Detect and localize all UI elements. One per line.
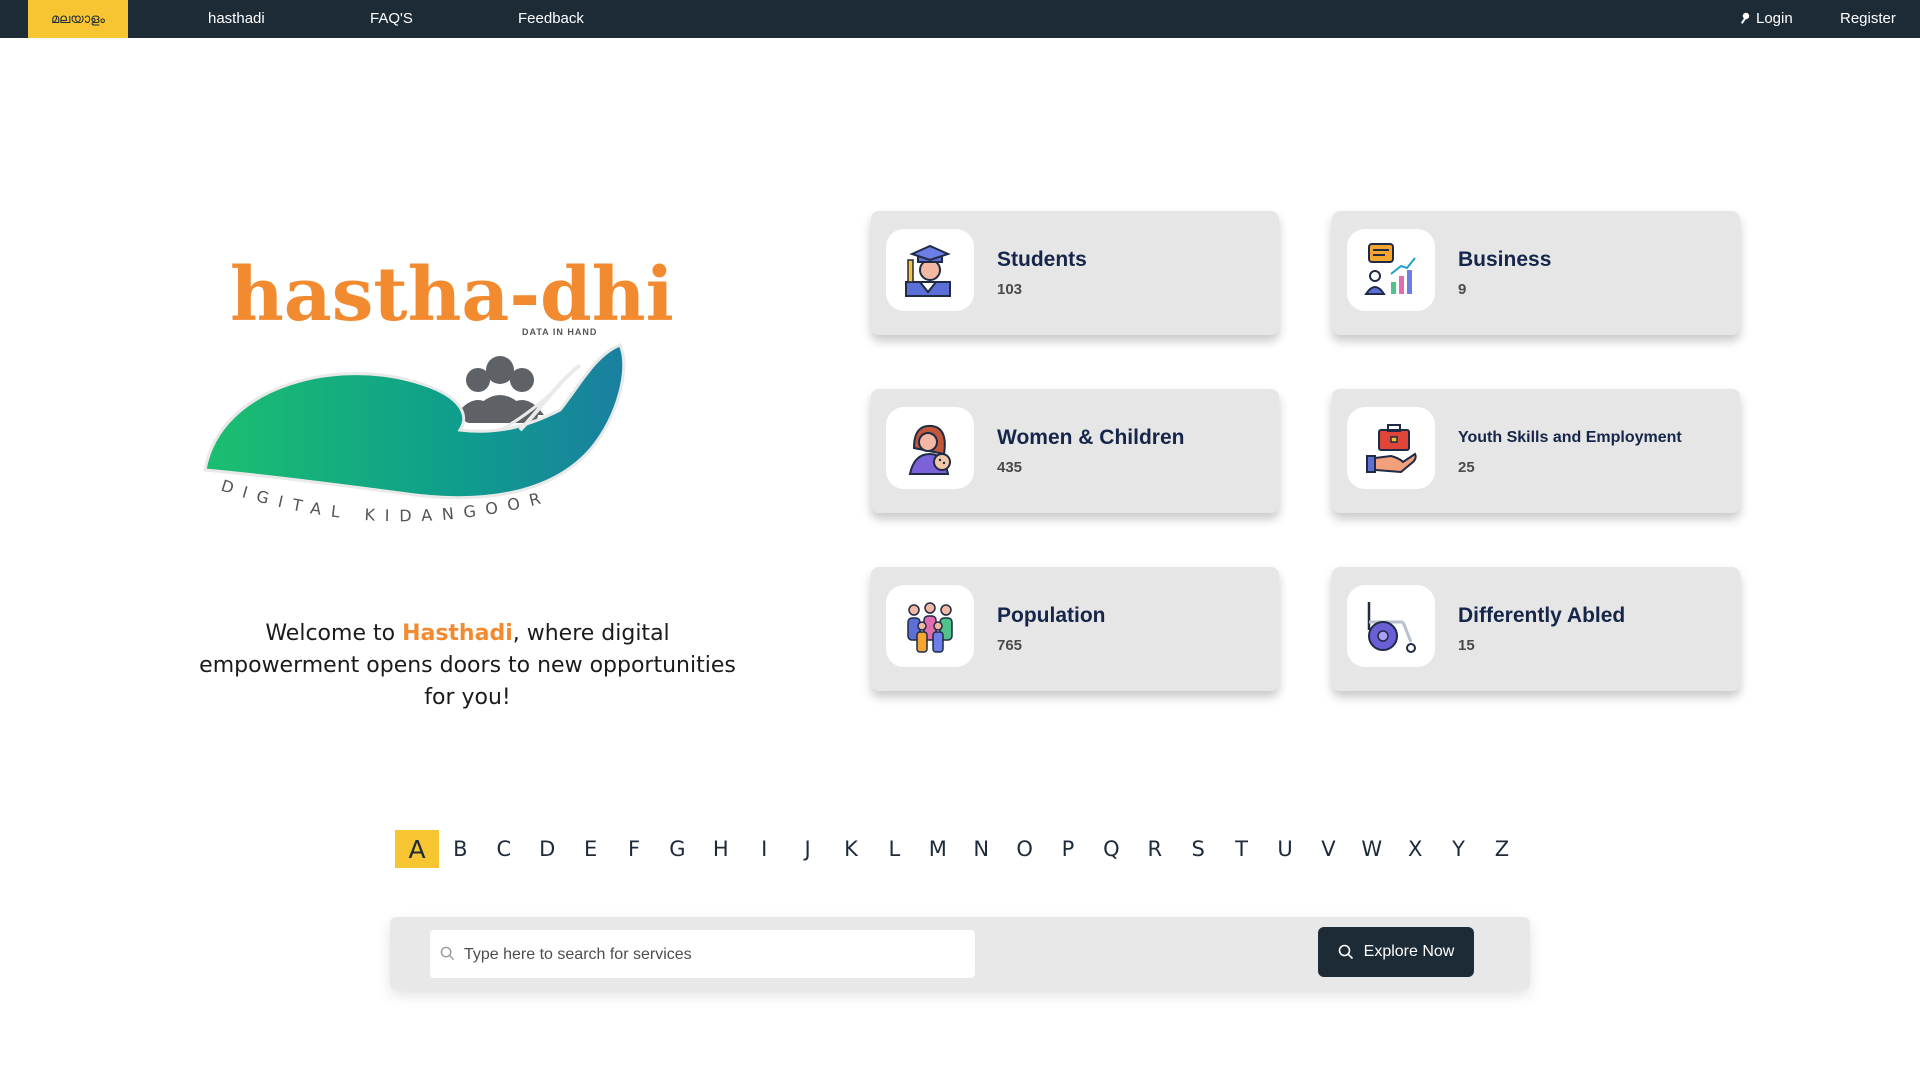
card-count: 9 (1458, 281, 1467, 298)
hasthadi-logo: hastha-dhi DATA IN HAND DIGITAL KIDANGOO… (203, 251, 675, 525)
alphabet-letter-u[interactable]: U (1263, 830, 1307, 868)
key-icon (1740, 12, 1750, 24)
language-toggle-button[interactable]: മലയാളം (28, 0, 128, 38)
search-input[interactable] (462, 930, 966, 980)
search-field (430, 930, 975, 980)
card-title: Business (1458, 248, 1552, 271)
logo-tagline: DATA IN HAND (522, 327, 597, 337)
logo-wordmark: hastha-dhi (230, 252, 674, 338)
alphabet-letter-v[interactable]: V (1306, 830, 1350, 868)
register-link[interactable]: Register (1840, 0, 1896, 38)
alphabet-letter-p[interactable]: P (1046, 830, 1090, 868)
category-card-youth-skills[interactable]: Youth Skills and Employment 25 (1332, 389, 1740, 513)
mother-child-icon (908, 424, 951, 475)
alphabet-letter-o[interactable]: O (1003, 830, 1047, 868)
search-icon (1338, 944, 1353, 960)
alphabet-letter-q[interactable]: Q (1089, 830, 1133, 868)
top-navbar: മലയാളം hasthadi FAQ'S Feedback Login Reg… (0, 0, 1920, 38)
alphabet-letter-w[interactable]: W (1350, 830, 1394, 868)
alphabet-letter-x[interactable]: X (1393, 830, 1437, 868)
login-link[interactable]: Login (1738, 0, 1793, 38)
explore-now-label: Explore Now (1363, 943, 1455, 960)
alphabet-letter-r[interactable]: R (1133, 830, 1177, 868)
people-silhouette-icon (456, 356, 544, 423)
nav-link-hasthadi[interactable]: hasthadi (208, 0, 265, 38)
card-title: Population (997, 604, 1106, 627)
alphabet-letter-y[interactable]: Y (1437, 830, 1481, 868)
alphabet-letter-e[interactable]: E (569, 830, 613, 868)
search-icon (440, 946, 455, 961)
wheelchair-icon (1367, 602, 1416, 653)
card-title: Students (997, 248, 1087, 271)
category-card-students[interactable]: Students 103 (871, 211, 1279, 335)
alphabet-letter-n[interactable]: N (959, 830, 1003, 868)
alphabet-letter-z[interactable]: Z (1480, 830, 1524, 868)
alphabet-letter-k[interactable]: K (829, 830, 873, 868)
business-growth-icon (1364, 243, 1416, 295)
alphabet-letter-b[interactable]: B (438, 830, 482, 868)
alphabet-letter-a[interactable]: A (395, 830, 439, 868)
card-title: Youth Skills and Employment (1458, 429, 1682, 446)
nav-link-faqs[interactable]: FAQ'S (370, 0, 413, 38)
category-card-women-children[interactable]: Women & Children 435 (871, 389, 1279, 513)
alphabet-letter-f[interactable]: F (612, 830, 656, 868)
explore-now-button[interactable]: Explore Now (1318, 927, 1474, 977)
briefcase-hand-icon (1366, 424, 1417, 474)
card-count: 765 (997, 637, 1023, 654)
student-icon (905, 244, 951, 297)
card-title: Women & Children (997, 426, 1185, 449)
card-count: 435 (997, 459, 1023, 476)
card-title: Differently Abled (1458, 604, 1626, 627)
card-count: 25 (1458, 459, 1475, 476)
card-count: 15 (1458, 637, 1475, 654)
alphabet-letter-d[interactable]: D (525, 830, 569, 868)
alphabet-letter-m[interactable]: M (916, 830, 960, 868)
alphabet-letter-g[interactable]: G (655, 830, 699, 868)
alphabet-letter-t[interactable]: T (1220, 830, 1264, 868)
alphabet-letter-i[interactable]: I (742, 830, 786, 868)
category-card-differently-abled[interactable]: Differently Abled 15 (1332, 567, 1740, 691)
card-count: 103 (997, 281, 1023, 298)
search-panel: Explore Now (390, 917, 1530, 989)
alphabet-letter-h[interactable]: H (699, 830, 743, 868)
alphabet-letter-l[interactable]: L (872, 830, 916, 868)
alphabet-letter-c[interactable]: C (482, 830, 526, 868)
category-card-population[interactable]: Population 765 (871, 567, 1279, 691)
welcome-brand: Hasthadi (402, 621, 513, 646)
category-card-business[interactable]: Business 9 (1332, 211, 1740, 335)
welcome-message: Welcome to Hasthadi, where digital empow… (199, 621, 736, 710)
people-group-icon (907, 602, 953, 653)
alphabet-letter-j[interactable]: J (786, 830, 830, 868)
alphabet-letter-s[interactable]: S (1176, 830, 1220, 868)
nav-link-feedback[interactable]: Feedback (518, 0, 584, 38)
login-label: Login (1756, 10, 1793, 27)
